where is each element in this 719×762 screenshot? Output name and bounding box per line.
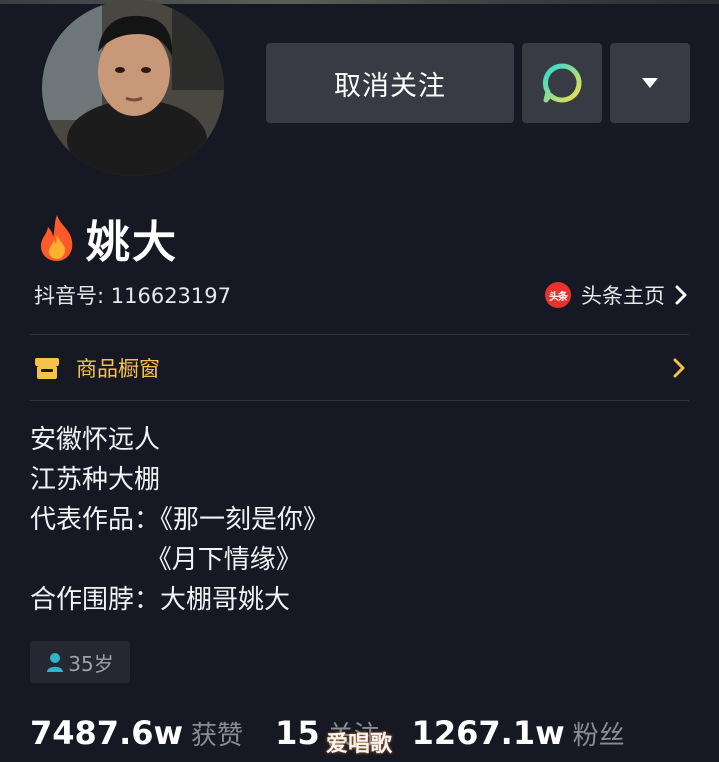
watermark: 爱唱歌 (326, 732, 393, 757)
likes-count: 7487.6w (30, 714, 184, 752)
chevron-right-icon (675, 285, 687, 305)
caret-down-icon (642, 78, 658, 88)
toutiao-homepage-link[interactable]: 头条 头条主页 (545, 280, 687, 310)
profile-name: 姚大 (86, 217, 178, 268)
avatar[interactable] (42, 0, 224, 176)
avatar-photo (42, 0, 224, 176)
douyin-id: 抖音号: 116623197 (34, 284, 231, 308)
toutiao-logo-icon: 头条 (545, 282, 571, 308)
chat-bubble-icon (542, 63, 582, 103)
likes-label: 获赞 (191, 721, 244, 751)
bio-line: 代表作品：《那一刻是你》 (30, 505, 330, 535)
following-count[interactable]: 15 (275, 714, 320, 752)
person-icon (47, 653, 64, 672)
bio-line: 《月下情缘》 (30, 545, 302, 575)
unfollow-button[interactable]: 取消关注 (266, 43, 514, 123)
age-tag: 35岁 (30, 641, 130, 683)
profile-name-row: 姚大 (36, 208, 178, 268)
shop-icon (35, 358, 59, 379)
bio-line: 合作围脖：大棚哥姚大 (30, 585, 291, 615)
message-button[interactable] (522, 43, 602, 123)
shop-window-label: 商品橱窗 (76, 357, 160, 381)
divider (30, 400, 689, 401)
more-options-button[interactable] (610, 43, 690, 123)
fire-icon (40, 215, 73, 261)
followers-count[interactable]: 1267.1w (412, 714, 565, 752)
shop-window-row[interactable]: 商品橱窗 (34, 348, 689, 388)
followers-label[interactable]: 粉丝 (573, 715, 625, 752)
chevron-right-icon (673, 358, 685, 378)
toutiao-label: 头条主页 (581, 284, 665, 308)
unfollow-label: 取消关注 (334, 70, 446, 102)
bio-line: 安徽怀远人 (30, 425, 161, 455)
divider (30, 334, 689, 335)
bio-line: 江苏种大棚 (30, 465, 161, 495)
bio: 安徽怀远人 江苏种大棚 代表作品：《那一刻是你》 《月下情缘》 合作围脖：大棚哥… (30, 420, 329, 620)
age-label: 35岁 (68, 651, 114, 676)
